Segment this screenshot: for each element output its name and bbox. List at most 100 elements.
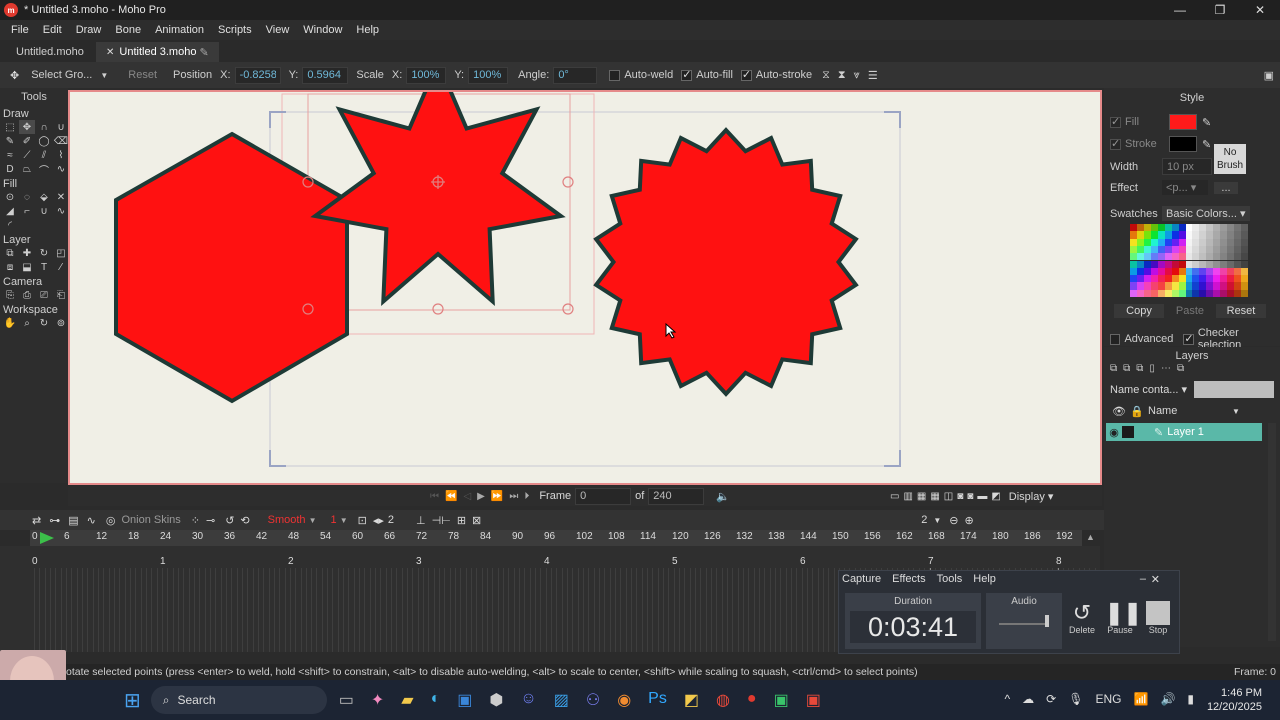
curvature-icon[interactable]: ∩ [36,120,52,134]
playhead-marker[interactable] [40,532,54,544]
swatch-cell[interactable] [1185,231,1193,239]
sync-icon[interactable]: ⟳ [1046,692,1056,706]
layer-text-icon[interactable]: T [36,260,52,274]
swatch-cell[interactable] [1164,238,1172,246]
close-tab-icon[interactable]: ✕ [106,47,114,58]
new-layer-icon[interactable]: ⧉ [1110,363,1117,377]
swatch-cell[interactable] [1136,260,1144,268]
mirror-icon[interactable]: ⩔ [854,69,860,82]
sequencer-icon[interactable]: ⊶ [49,514,60,527]
no-brush-button[interactable]: No Brush [1214,144,1246,174]
layer-scale-icon[interactable]: ◰ [53,246,69,260]
swatch-cell[interactable] [1164,253,1172,261]
loop-icon[interactable]: ↺ [225,514,234,527]
swatch-cell[interactable] [1157,267,1165,276]
swatch-cell[interactable] [1185,260,1193,268]
swatch-cell[interactable] [1150,275,1158,283]
swatch-cell[interactable] [1220,289,1228,297]
swatch-cell[interactable] [1220,267,1228,276]
swatch-cell[interactable] [1220,275,1228,283]
menu-draw[interactable]: Draw [69,24,109,36]
swatch-cell[interactable] [1130,253,1137,261]
swatch-cell[interactable] [1157,231,1165,239]
menu-scripts[interactable]: Scripts [211,24,259,36]
menu-file[interactable]: File [4,24,36,36]
swatch-cell[interactable] [1130,224,1137,232]
delete-recording-button[interactable]: ↺ Delete [1067,601,1097,636]
fill-color-swatch[interactable] [1169,114,1197,130]
menu-help[interactable]: Help [349,24,386,36]
swatch-cell[interactable] [1130,245,1137,254]
windows-start-icon[interactable]: ⊞ [124,688,141,713]
swatch-cell[interactable] [1157,289,1165,297]
transform-points-icon[interactable]: ✥ [19,120,35,134]
advanced-checkbox[interactable] [1110,333,1121,345]
sort-chevron-icon[interactable]: ▼ [1232,407,1240,416]
close-icon[interactable]: ✕ [1240,0,1280,20]
stroke-checkbox[interactable] [1110,137,1121,150]
angle-field[interactable] [553,66,598,84]
swatch-cell[interactable] [1234,231,1242,239]
panel-toggle-icon[interactable]: ▣ [1264,69,1274,82]
prev-frame-icon[interactable]: ◁ [463,491,471,502]
layer-visibility-icon[interactable]: ◉ [1106,426,1122,439]
swatch-cell[interactable] [1241,231,1248,239]
swatch-cell[interactable] [1130,260,1137,268]
wifi-icon[interactable]: 📶 [1133,692,1148,706]
smooth-icon[interactable]: ⌒ [36,162,52,177]
swatch-cell[interactable] [1171,253,1179,261]
swatch-cell[interactable] [1192,282,1200,290]
swatch-cell[interactable] [1199,253,1207,261]
swatch-cell[interactable] [1206,282,1214,290]
moho-taskbar-icon[interactable]: ● [747,690,757,710]
swatch-cell[interactable] [1220,253,1228,261]
bend-icon[interactable]: ⌇ [53,148,69,162]
swatch-cell[interactable] [1143,275,1151,283]
swatch-cell[interactable] [1199,238,1207,246]
swatch-cell[interactable] [1178,231,1186,239]
swatch-cell[interactable] [1136,245,1144,254]
tray-chevron-icon[interactable]: ^ [1005,692,1011,706]
swatch-cell[interactable] [1178,275,1186,283]
select-shape-icon[interactable]: ⊙ [2,190,18,204]
effect-more-button[interactable]: ... [1214,181,1238,194]
swatch-cell[interactable] [1234,282,1242,290]
play-icon[interactable]: ▶ [477,491,485,502]
motion-graph-icon[interactable]: ▤ [68,514,78,527]
position-x-field[interactable] [234,66,281,84]
forward-end-icon[interactable]: ⏭ [509,491,518,502]
swatch-cell[interactable] [1206,267,1214,276]
frame-field[interactable] [575,487,632,505]
rewind-icon[interactable]: ⏮ [430,491,439,502]
audio-level-slider[interactable] [999,615,1049,627]
create-shape-icon[interactable]: ◌ [19,190,35,204]
flip-vertical-icon[interactable]: ⧗ [838,69,846,82]
swatch-cell[interactable] [1136,275,1144,283]
battery-icon[interactable]: ▮ [1187,692,1194,706]
single-view-icon[interactable]: ▭ [890,491,899,502]
swatch-cell[interactable] [1192,238,1200,246]
swatch-cell[interactable] [1227,275,1235,283]
step-forward-icon[interactable]: ⏵ [524,491,529,502]
swatch-cell[interactable] [1150,238,1158,246]
swatch-cell[interactable] [1143,245,1151,254]
zoom-dropdown-chevron-icon[interactable]: ▼ [933,516,941,525]
swatch-cell[interactable] [1241,224,1248,232]
swatch-cell[interactable] [1130,282,1137,290]
swatch-cell[interactable] [1213,224,1221,232]
swatch-cell[interactable] [1136,282,1144,290]
reset-key-icon[interactable]: ⟲ [240,514,249,527]
paint-bucket-icon[interactable]: ⬙ [36,190,52,204]
scale-y-field[interactable] [468,66,509,84]
swatch-cell[interactable] [1241,282,1248,290]
swatch-cell[interactable] [1157,253,1165,261]
orbit-icon[interactable]: ⊚ [53,316,69,330]
zoom-out-icon[interactable]: ⊖ [949,514,958,527]
swatch-cell[interactable] [1192,224,1200,232]
swatch-cell[interactable] [1199,282,1207,290]
cloud-icon[interactable]: ☁ [1022,692,1034,706]
swatch-cell[interactable] [1136,238,1144,246]
layer-rotate-icon[interactable]: ↻ [36,246,52,260]
layer-search-input[interactable] [1194,380,1274,398]
name-filter-dropdown[interactable]: Name conta... ▾ [1110,383,1194,396]
